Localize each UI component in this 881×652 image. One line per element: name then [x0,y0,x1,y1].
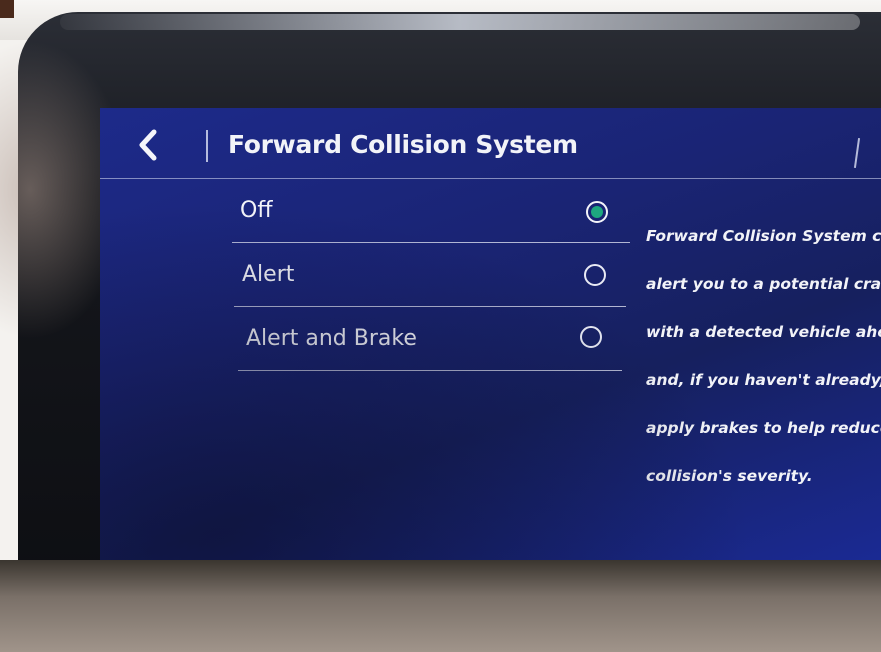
option-off[interactable]: Off [232,184,630,243]
description-line: and, if you haven't already, it [646,371,881,389]
description-line: apply brakes to help reduce a [646,419,881,437]
page-title: Forward Collision System [228,130,578,159]
photo-scene: Forward Collision System Off Alert Alert… [0,0,881,652]
description-line: with a detected vehicle ahea [646,323,881,341]
header-divider [206,130,208,162]
radio-unselected-icon[interactable] [584,264,606,286]
option-label: Alert [242,262,295,287]
corner-object [0,0,14,18]
bezel-reflection [60,14,860,30]
description-line: alert you to a potential crash [646,275,881,293]
description-line: collision's severity. [646,467,813,485]
infotainment-screen: Forward Collision System Off Alert Alert… [100,108,881,588]
chevron-left-icon [139,129,157,161]
option-alert[interactable]: Alert [234,248,626,307]
option-label: Off [240,198,273,223]
screen-header: Forward Collision System [100,108,881,179]
option-label: Alert and Brake [246,326,417,351]
description-line: Forward Collision System ca [646,227,881,245]
back-button[interactable] [134,128,164,162]
description-text: Forward Collision System ca alert you to… [646,200,881,512]
radio-unselected-icon[interactable] [580,326,602,348]
radio-selected-icon[interactable] [586,201,608,223]
option-alert-and-brake[interactable]: Alert and Brake [238,312,622,371]
header-divider-right [853,138,861,168]
dashboard-trim [0,560,881,652]
